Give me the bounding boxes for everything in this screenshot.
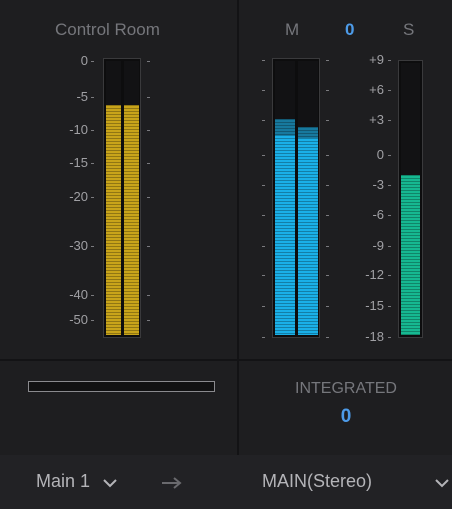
control-room-bar-left — [106, 61, 121, 335]
scale-tick — [91, 197, 94, 198]
momentary-scale-label: +6 — [369, 82, 384, 97]
horizontal-divider — [0, 359, 452, 361]
scale-tick — [326, 306, 329, 307]
scale-tick — [388, 337, 391, 338]
control-room-title: Control Room — [55, 20, 160, 39]
scale-tick — [262, 275, 265, 276]
short-term-label: S — [403, 20, 415, 39]
scale-tick — [147, 320, 150, 321]
output-select-label[interactable]: MAIN(Stereo) — [262, 471, 372, 492]
vertical-divider — [237, 0, 239, 455]
scale-tick — [147, 130, 150, 131]
scale-tick — [262, 155, 265, 156]
momentary-scale-label: -15 — [365, 298, 384, 313]
scale-tick — [326, 120, 329, 121]
control-room-scale-label: -15 — [69, 155, 88, 170]
scale-tick — [326, 337, 329, 338]
scale-tick — [388, 306, 391, 307]
control-room-fader[interactable] — [28, 381, 215, 392]
input-select-label[interactable]: Main 1 — [36, 471, 90, 492]
momentary-level-left — [275, 134, 295, 335]
control-room-level-right — [124, 104, 139, 335]
momentary-scale-label: -9 — [372, 238, 384, 253]
momentary-scale-label: 0 — [376, 147, 384, 162]
scale-tick — [262, 246, 265, 247]
chevron-down-icon[interactable] — [102, 477, 118, 489]
scale-tick — [147, 197, 150, 198]
chevron-down-icon[interactable] — [434, 477, 450, 489]
control-room-bar-right — [124, 61, 139, 335]
scale-tick — [262, 337, 265, 338]
scale-tick — [388, 215, 391, 216]
scale-tick — [262, 120, 265, 121]
momentary-scale-label: -3 — [372, 177, 384, 192]
integrated-label: INTEGRATED — [295, 380, 397, 397]
control-room-scale-label: 0 — [80, 53, 88, 68]
scale-tick — [326, 155, 329, 156]
scale-tick — [326, 246, 329, 247]
scale-tick — [326, 185, 329, 186]
scale-tick — [147, 163, 150, 164]
scale-tick — [91, 320, 94, 321]
control-room-scale-label: -5 — [76, 89, 88, 104]
scale-tick — [91, 97, 94, 98]
scale-tick — [388, 185, 391, 186]
scale-tick — [91, 163, 94, 164]
meter-footer: Main 1 MAIN(Stereo) — [0, 455, 452, 509]
control-room-scale-label: -30 — [69, 238, 88, 253]
control-room-scale-label: -20 — [69, 189, 88, 204]
scale-tick — [388, 246, 391, 247]
scale-tick — [262, 306, 265, 307]
scale-tick — [326, 90, 329, 91]
scale-tick — [388, 60, 391, 61]
scale-tick — [91, 246, 94, 247]
scale-tick — [326, 60, 329, 61]
short-term-bar — [401, 63, 420, 335]
scale-tick — [147, 246, 150, 247]
momentary-scale-label: -12 — [365, 267, 384, 282]
scale-tick — [326, 215, 329, 216]
control-room-level-left — [106, 104, 121, 335]
control-room-scale-label: -50 — [69, 312, 88, 327]
scale-tick — [262, 185, 265, 186]
momentary-bar-right — [298, 61, 318, 335]
momentary-scale-label: -18 — [365, 329, 384, 344]
scale-tick — [91, 61, 94, 62]
momentary-label: M — [285, 20, 300, 39]
loudness-meter-panel: Control Room 0 -5 -10 -15 -20 -30 -40 -50 M 0 S… — [0, 0, 452, 509]
momentary-bar-left — [275, 61, 295, 335]
short-term-meter — [398, 60, 423, 338]
momentary-level-right — [298, 137, 318, 335]
scale-tick — [262, 90, 265, 91]
scale-tick — [262, 60, 265, 61]
scale-tick — [147, 295, 150, 296]
loudness-readout: 0 — [345, 20, 355, 39]
momentary-scale-label: -6 — [372, 207, 384, 222]
scale-tick — [262, 215, 265, 216]
control-room-scale-label: -10 — [69, 122, 88, 137]
control-room-scale-label: -40 — [69, 287, 88, 302]
arrow-right-icon — [162, 477, 182, 489]
scale-tick — [388, 120, 391, 121]
momentary-scale-label: +3 — [369, 112, 384, 127]
scale-tick — [91, 130, 94, 131]
scale-tick — [388, 155, 391, 156]
scale-tick — [147, 97, 150, 98]
momentary-meter — [272, 58, 320, 338]
integrated-value: 0 — [340, 406, 352, 427]
control-room-meter — [103, 58, 141, 338]
momentary-scale-label: +9 — [369, 52, 384, 67]
scale-tick — [388, 90, 391, 91]
short-term-level — [401, 174, 420, 335]
scale-tick — [147, 61, 150, 62]
scale-tick — [388, 275, 391, 276]
scale-tick — [91, 295, 94, 296]
scale-tick — [326, 275, 329, 276]
